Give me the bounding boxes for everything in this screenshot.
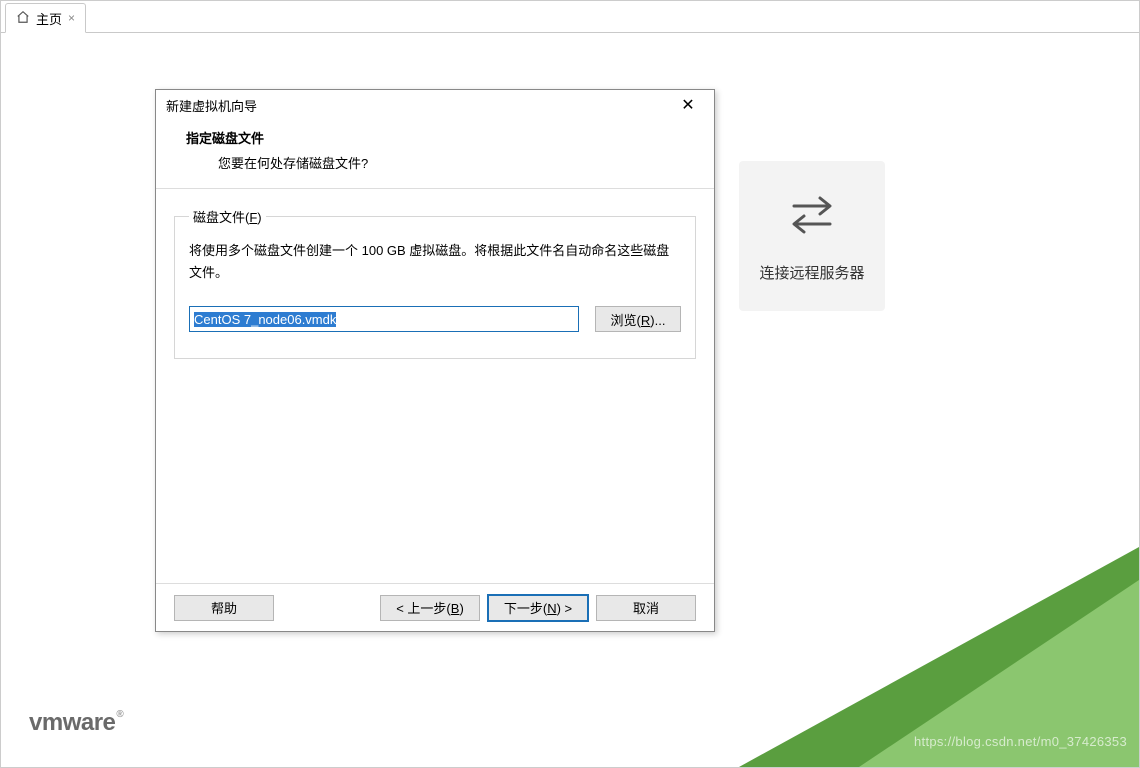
vmware-logo-reg: ® [116,709,123,720]
dialog-titlebar[interactable]: 新建虚拟机向导 ✕ [156,90,714,120]
tab-home[interactable]: 主页 × [5,3,86,33]
close-icon[interactable]: ✕ [668,92,708,118]
vmware-logo: vmware® [29,709,122,737]
swap-horizontal-icon [786,190,838,238]
back-button[interactable]: < 上一步(B) [380,595,480,621]
dialog-header: 指定磁盘文件 您要在何处存储磁盘文件? [156,120,714,189]
connect-remote-card[interactable]: 连接远程服务器 [739,161,885,311]
vmware-logo-text: vmware [29,709,115,736]
disk-file-description: 将使用多个磁盘文件创建一个 100 GB 虚拟磁盘。将根据此文件名自动命名这些磁… [189,240,681,284]
disk-file-input[interactable] [189,306,579,332]
tab-close-icon[interactable]: × [68,11,75,25]
cancel-button[interactable]: 取消 [596,595,696,621]
tab-label: 主页 [36,9,62,28]
watermark-text: https://blog.csdn.net/m0_37426353 [914,734,1127,749]
dialog-subheading: 您要在何处存储磁盘文件? [218,153,698,172]
disk-file-group: 磁盘文件(F) 将使用多个磁盘文件创建一个 100 GB 虚拟磁盘。将根据此文件… [174,207,696,359]
home-icon [16,10,30,27]
disk-file-legend: 磁盘文件(F) [189,207,266,226]
disk-file-row: 浏览(R)... [189,306,681,332]
new-vm-wizard-dialog: 新建虚拟机向导 ✕ 指定磁盘文件 您要在何处存储磁盘文件? 磁盘文件(F) 将使… [155,89,715,632]
dialog-title: 新建虚拟机向导 [166,96,257,115]
browse-button[interactable]: 浏览(R)... [595,306,681,332]
tab-bar: 主页 × [1,1,1139,33]
dialog-body: 磁盘文件(F) 将使用多个磁盘文件创建一个 100 GB 虚拟磁盘。将根据此文件… [156,189,714,583]
dialog-heading: 指定磁盘文件 [186,128,698,147]
help-button[interactable]: 帮助 [174,595,274,621]
next-button[interactable]: 下一步(N) > [488,595,588,621]
connect-remote-label: 连接远程服务器 [759,262,864,283]
dialog-footer: 帮助 < 上一步(B) 下一步(N) > 取消 [156,583,714,631]
